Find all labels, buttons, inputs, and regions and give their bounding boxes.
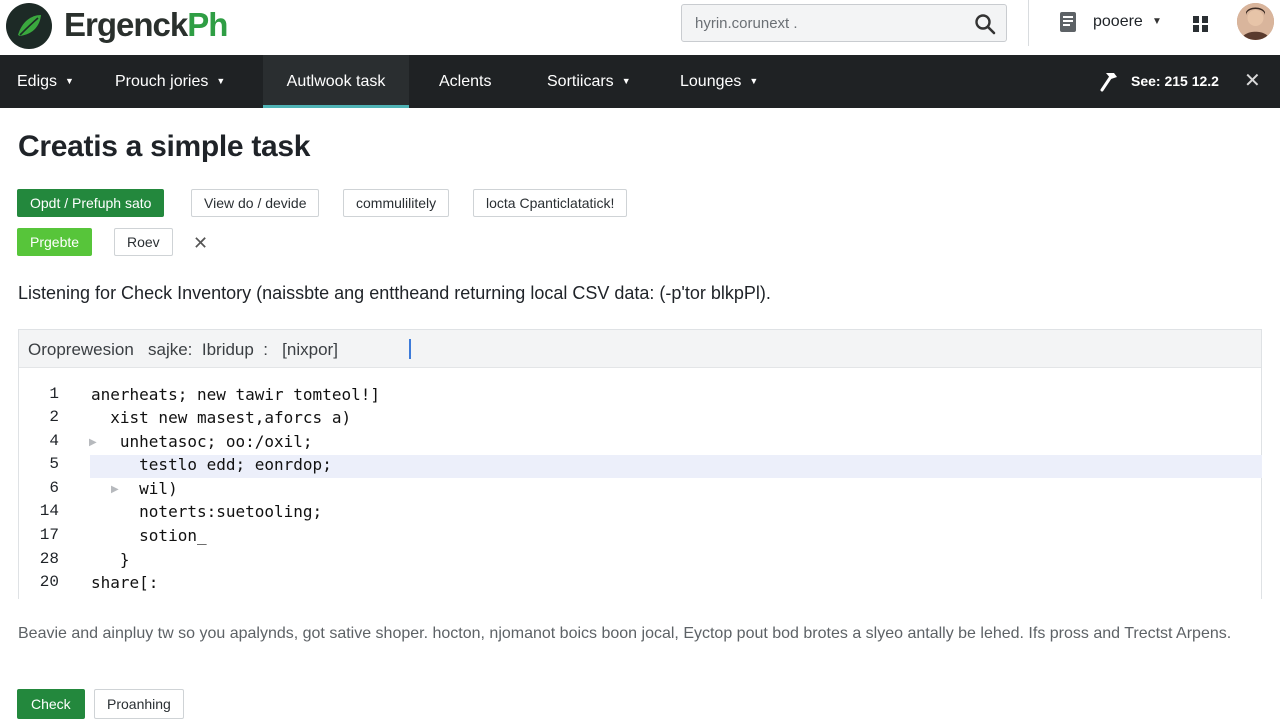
brand-main: Ergenck [64, 6, 188, 43]
compatibility-button[interactable]: commulilitely [343, 189, 450, 217]
code-line[interactable]: 2 xist new masest,aforcs a) [19, 408, 1261, 431]
code-line[interactable]: 28 } [19, 550, 1261, 573]
nav-item-prouch-jories[interactable]: Prouch jories ▼ [115, 55, 225, 108]
nav-item-sortiicars[interactable]: Sortiicars ▼ [547, 55, 631, 108]
nav-item-lounges[interactable]: Lounges ▼ [680, 55, 758, 108]
line-number: 5 [49, 455, 59, 473]
nav-item-aclents[interactable]: Aclents [439, 55, 491, 108]
nav-item-label: Sortiicars [547, 73, 614, 90]
avatar[interactable] [1237, 3, 1274, 40]
search-input[interactable]: hyrin.corunext . [681, 4, 1007, 42]
view-device-button[interactable]: View do / devide [191, 189, 320, 217]
line-number: 1 [49, 385, 59, 403]
page-title: Creatis a simple task [18, 130, 311, 163]
editor-toolbar: Oroprewesion sajke: Ibridup : [nixpor] [19, 330, 1261, 368]
code-text: anerheats; new tawir tomteol!] [91, 385, 380, 404]
code-line[interactable]: 20 share[: [19, 573, 1261, 596]
line-number: 6 [49, 479, 59, 497]
processing-button[interactable]: Proanhing [94, 689, 184, 719]
brand-name[interactable]: ErgenckPh [64, 5, 228, 45]
chevron-down-icon[interactable]: ▼ [1152, 16, 1162, 27]
nav-item-label: Autlwook task [286, 73, 386, 90]
chevron-down-icon: ▼ [749, 76, 759, 86]
chevron-down-icon: ▼ [621, 76, 631, 86]
code-text: wil) [91, 479, 178, 498]
close-icon[interactable]: ✕ [193, 233, 208, 254]
local-participants-button[interactable]: locta Cpanticlatatick! [473, 189, 628, 217]
document-icon[interactable] [1057, 11, 1079, 33]
review-button[interactable]: Roev [114, 228, 173, 256]
code-text: xist new masest,aforcs a) [91, 408, 352, 427]
code-text: sotion_ [91, 526, 207, 545]
text-cursor [409, 339, 411, 359]
chevron-down-icon: ▼ [65, 76, 74, 86]
nav-item-label: Aclents [439, 73, 492, 90]
task-description: Listening for Check Inventory (naissbte … [18, 283, 771, 303]
nav-item-label: Edigs [17, 73, 58, 90]
brand-accent: Ph [187, 6, 228, 43]
code-text: } [91, 550, 130, 569]
nav-item-label: Lounges [680, 73, 742, 90]
code-text: noterts:suetooling; [91, 502, 323, 521]
search-icon[interactable] [974, 13, 996, 40]
code-line[interactable]: 6 ▶ wil) [19, 479, 1261, 502]
line-number: 17 [39, 526, 59, 544]
line-number: 14 [39, 502, 59, 520]
nav-item-autlwook-task[interactable]: Autlwook task [263, 55, 409, 108]
code-line[interactable]: 5 testlo edd; eonrdop; [19, 455, 1261, 478]
search-query: hyrin.corunext . [695, 15, 798, 32]
hammer-icon[interactable] [1098, 71, 1120, 98]
line-number: 28 [39, 550, 59, 568]
check-button[interactable]: Check [17, 689, 85, 719]
code-text: unhetasoc; oo:/oxil; [91, 432, 313, 451]
code-text: share[: [91, 573, 159, 592]
code-text: testlo edd; eonrdop; [91, 455, 332, 474]
line-number: 20 [39, 573, 59, 591]
leaf-logo-icon[interactable] [6, 3, 52, 49]
user-menu[interactable]: pooere [1093, 13, 1143, 31]
editor-toolbar-text: Oroprewesion sajke: Ibridup : [nixpor] [28, 340, 338, 359]
grid-icon[interactable] [1191, 14, 1211, 39]
code-line[interactable]: 17 sotion_ [19, 526, 1261, 549]
code-editor[interactable]: Oroprewesion sajke: Ibridup : [nixpor] 1… [18, 329, 1262, 599]
close-icon[interactable]: ✕ [1244, 55, 1261, 108]
code-line[interactable]: 14 noterts:suetooling; [19, 502, 1261, 525]
top-header: ErgenckPh hyrin.corunext . pooere ▼ [0, 0, 1280, 55]
nav-item-label: Prouch jories [115, 73, 209, 90]
session-status: See: 215 12.2 [1131, 73, 1219, 89]
code-line[interactable]: 4 ▶ unhetasoc; oo:/oxil; [19, 432, 1261, 455]
chevron-down-icon: ▼ [216, 76, 226, 86]
code-line[interactable]: 1 anerheats; new tawir tomteol!] [19, 385, 1261, 408]
progress-button[interactable]: Prgebte [17, 228, 93, 256]
help-text: Beavie and ainpluy tw so you apalynds, g… [18, 625, 1232, 642]
main-nav: Edigs ▼ Prouch jories ▼ Autlwook task Acle… [0, 55, 1280, 108]
nav-item-edigs[interactable]: Edigs ▼ [17, 55, 74, 108]
header-divider [1028, 0, 1029, 46]
line-number: 4 [49, 432, 59, 450]
line-number: 2 [49, 408, 59, 426]
update-prefs-button[interactable]: Opdt / Prefuph sato [17, 189, 165, 217]
